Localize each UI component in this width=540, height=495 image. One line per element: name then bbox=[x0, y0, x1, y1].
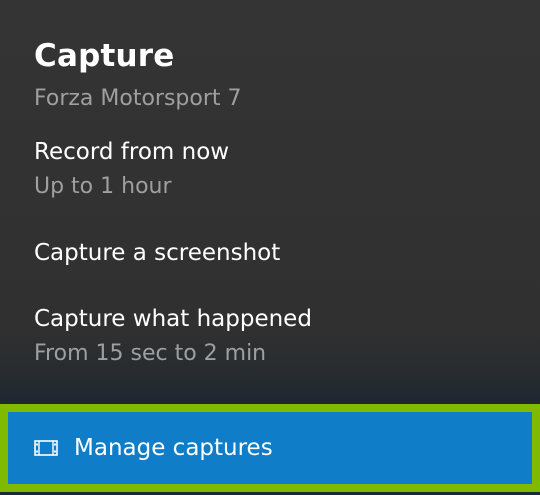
manage-captures-label: Manage captures bbox=[74, 435, 273, 461]
record-from-now-button[interactable]: Record from now Up to 1 hour bbox=[34, 137, 514, 202]
manage-captures-button[interactable]: Manage captures bbox=[8, 412, 532, 484]
capture-screenshot-label: Capture a screenshot bbox=[34, 240, 281, 266]
capture-what-happened-button[interactable]: Capture what happened From 15 sec to 2 m… bbox=[34, 304, 514, 369]
panel-title: Capture bbox=[34, 38, 175, 74]
capture-screenshot-button[interactable]: Capture a screenshot bbox=[34, 238, 514, 268]
capture-what-happened-sublabel: From 15 sec to 2 min bbox=[34, 341, 267, 366]
manage-captures-focus-highlight: Manage captures bbox=[0, 404, 540, 492]
record-from-now-label: Record from now bbox=[34, 139, 230, 165]
capture-what-happened-label: Capture what happened bbox=[34, 306, 312, 332]
capture-panel: Capture Forza Motorsport 7 Record from n… bbox=[0, 0, 540, 495]
film-icon bbox=[34, 439, 58, 457]
game-name: Forza Motorsport 7 bbox=[34, 86, 242, 111]
record-from-now-sublabel: Up to 1 hour bbox=[34, 174, 172, 199]
